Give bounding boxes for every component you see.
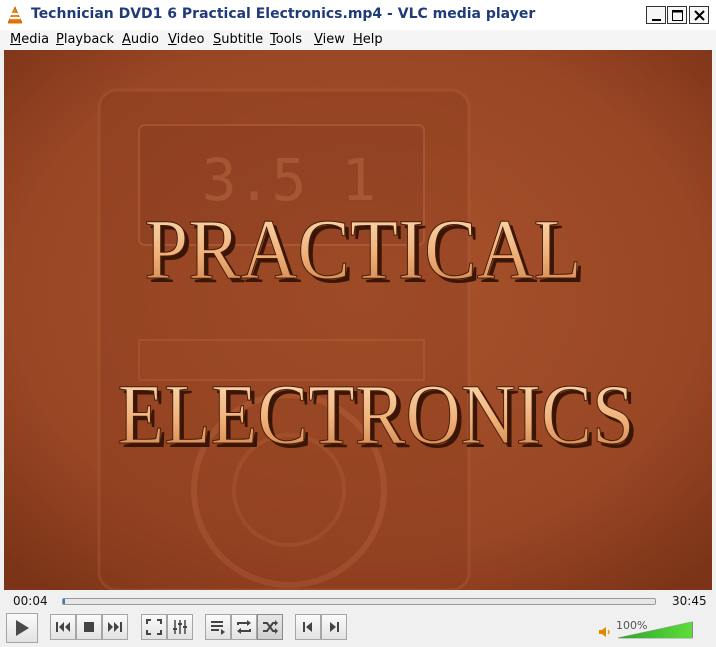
playlist-button[interactable] — [205, 614, 231, 640]
seek-slider[interactable] — [62, 598, 656, 605]
title-bar[interactable]: Technician DVD1 6 Practical Electronics.… — [0, 0, 716, 31]
equalizer-icon — [173, 620, 187, 634]
video-frame: 3.5 1 PRACTICAL PRACTICAL ELECTRONICS EL… — [4, 50, 712, 590]
menu-video[interactable]: Video — [168, 32, 204, 47]
previous-frame-icon — [303, 622, 312, 632]
previous-frame-button[interactable] — [295, 614, 321, 640]
video-area[interactable]: 3.5 1 PRACTICAL PRACTICAL ELECTRONICS EL… — [4, 50, 712, 590]
skip-back-icon — [56, 622, 70, 632]
playlist-icon — [211, 621, 225, 635]
menu-help[interactable]: Help — [353, 32, 383, 47]
skip-forward-icon — [108, 622, 122, 632]
title-line-2: ELECTRONICS — [118, 367, 635, 462]
shuffle-icon — [263, 620, 278, 634]
window-title: Technician DVD1 6 Practical Electronics.… — [31, 6, 536, 22]
volume-slider[interactable] — [618, 620, 712, 639]
next-frame-icon — [330, 622, 339, 632]
speaker-icon[interactable] — [598, 626, 612, 638]
menu-view[interactable]: View — [314, 32, 345, 47]
maximize-button[interactable] — [667, 6, 687, 24]
play-button[interactable] — [6, 613, 38, 643]
title-line-1: PRACTICAL — [144, 201, 581, 297]
stop-icon — [84, 622, 94, 632]
menu-subtitle[interactable]: Subtitle — [213, 32, 263, 47]
loop-button[interactable] — [231, 614, 257, 640]
menu-audio[interactable]: Audio — [122, 32, 159, 47]
control-bar: 00:04 30:45 100% — [0, 590, 716, 647]
fullscreen-button[interactable] — [141, 614, 167, 640]
shuffle-button[interactable] — [257, 614, 283, 640]
elapsed-time[interactable]: 00:04 — [13, 594, 48, 608]
menu-playback[interactable]: Playback — [56, 32, 114, 47]
total-time[interactable]: 30:45 — [672, 594, 707, 608]
previous-button[interactable] — [50, 614, 76, 640]
play-icon — [16, 620, 29, 636]
next-button[interactable] — [102, 614, 128, 640]
menu-tools[interactable]: Tools — [270, 32, 302, 47]
menu-bar: Media Playback Audio Video Subtitle Tool… — [0, 30, 716, 50]
extended-settings-button[interactable] — [167, 614, 193, 640]
menu-media[interactable]: Media — [10, 32, 49, 47]
maximize-icon — [672, 10, 683, 21]
minimize-button[interactable] — [646, 6, 666, 24]
close-icon — [694, 10, 705, 21]
seek-progress — [63, 599, 65, 604]
next-frame-button[interactable] — [321, 614, 347, 640]
close-button[interactable] — [689, 6, 709, 24]
fullscreen-icon — [146, 619, 162, 635]
stop-button[interactable] — [76, 614, 102, 640]
vlc-cone-icon — [8, 6, 22, 24]
repeat-icon — [237, 620, 251, 634]
minimize-icon — [652, 19, 661, 21]
